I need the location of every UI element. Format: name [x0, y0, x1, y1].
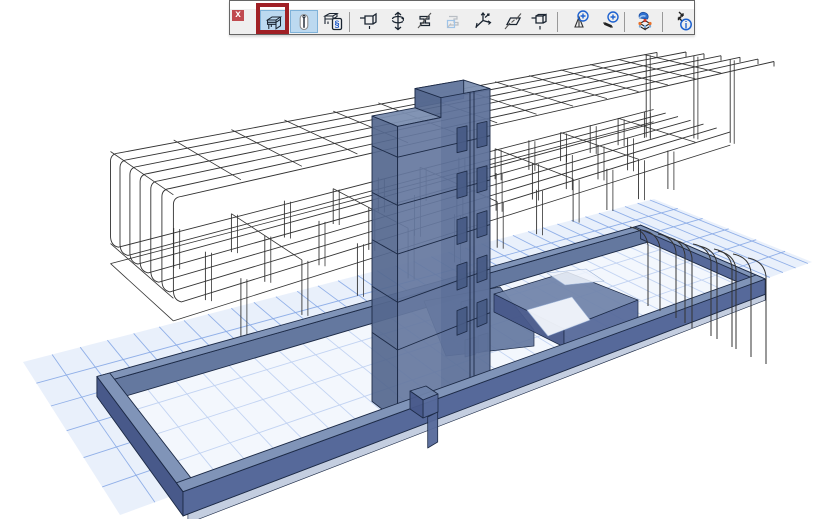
svg-text:i: i	[685, 20, 688, 31]
svg-text:§: §	[334, 19, 339, 29]
